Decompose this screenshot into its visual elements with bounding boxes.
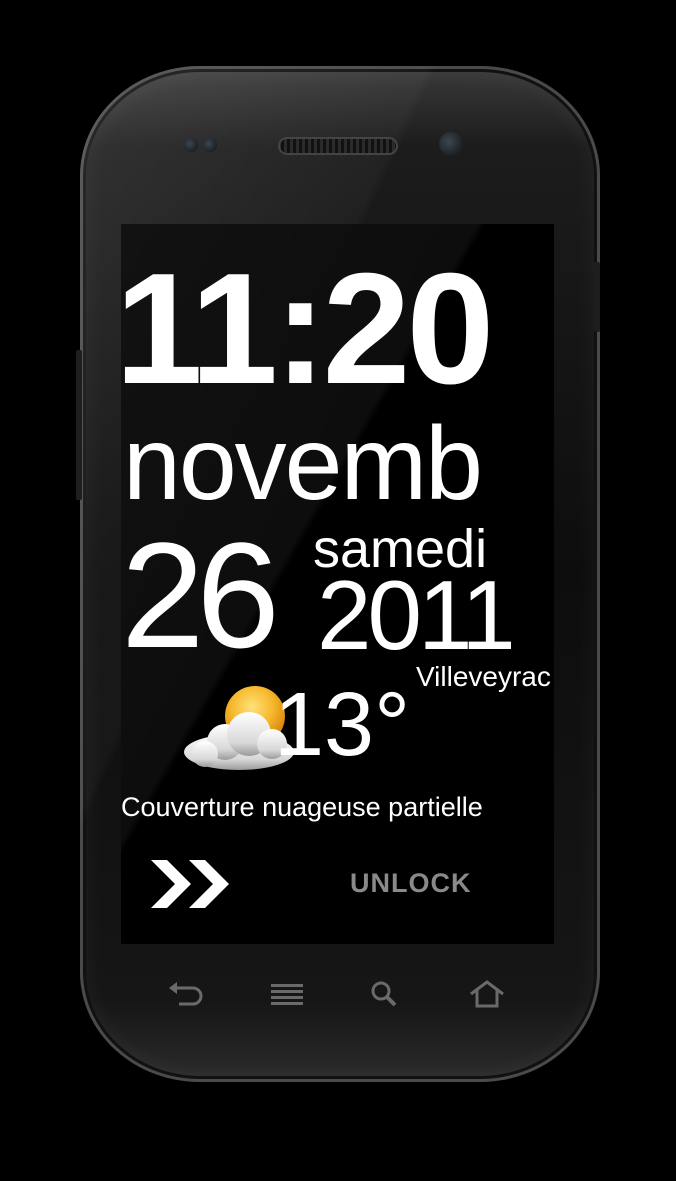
proximity-sensor [184,138,198,152]
clock-time: 11:20 [121,241,494,417]
earpiece-speaker [278,137,398,155]
phone-side-button-left [76,350,82,500]
clock-year: 2011 [317,560,516,670]
light-sensor [203,138,217,152]
temperature: 13° [274,675,411,775]
search-icon[interactable] [365,978,405,1010]
double-chevron-right-icon[interactable] [151,858,233,910]
back-arrow-icon[interactable] [165,978,205,1010]
clock-day: 26 [121,511,280,679]
clock-month: novemb [123,406,483,522]
menu-icon[interactable] [267,978,307,1010]
phone-side-button-right [594,262,600,332]
weather-location: Villeveyrac [416,661,551,692]
weather-condition: Couverture nuageuse partielle [121,792,483,822]
home-icon[interactable] [467,978,507,1010]
navigation-bar [121,944,554,1044]
lockscreen: 11:20 novemb 26 samedi 2011 Villeveyrac [121,224,554,944]
front-camera [439,132,463,156]
unlock-label[interactable]: UNLOCK [350,870,472,897]
